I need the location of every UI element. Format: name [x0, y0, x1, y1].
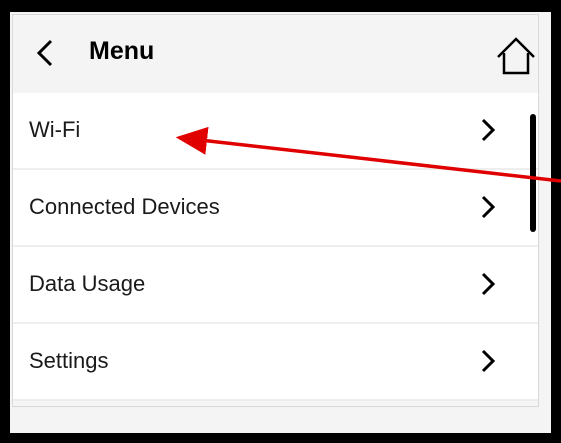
menu-list: Wi-Fi Connected Devices Data Usage Setti…	[13, 93, 538, 401]
menu-item-label: Connected Devices	[29, 194, 220, 219]
chevron-right-icon	[481, 272, 496, 296]
menu-item-connected-devices[interactable]: Connected Devices	[13, 170, 538, 247]
scrollbar[interactable]	[530, 114, 536, 232]
chevron-right-icon	[481, 349, 496, 373]
device-screen: Menu Wi-Fi Connected Devices Data Usage …	[12, 14, 539, 407]
menu-item-wifi[interactable]: Wi-Fi	[13, 93, 538, 170]
menu-item-label: Wi-Fi	[29, 117, 81, 142]
home-icon[interactable]	[494, 35, 538, 77]
chevron-right-icon	[481, 118, 496, 142]
menu-header: Menu	[13, 15, 538, 93]
menu-item-label: Settings	[29, 348, 109, 373]
menu-item-data-usage[interactable]: Data Usage	[13, 247, 538, 324]
chevron-left-icon[interactable]	[33, 33, 59, 73]
page-title: Menu	[89, 37, 155, 65]
menu-item-label: Data Usage	[29, 271, 146, 296]
menu-item-settings[interactable]: Settings	[13, 324, 538, 401]
chevron-right-icon	[481, 195, 496, 219]
